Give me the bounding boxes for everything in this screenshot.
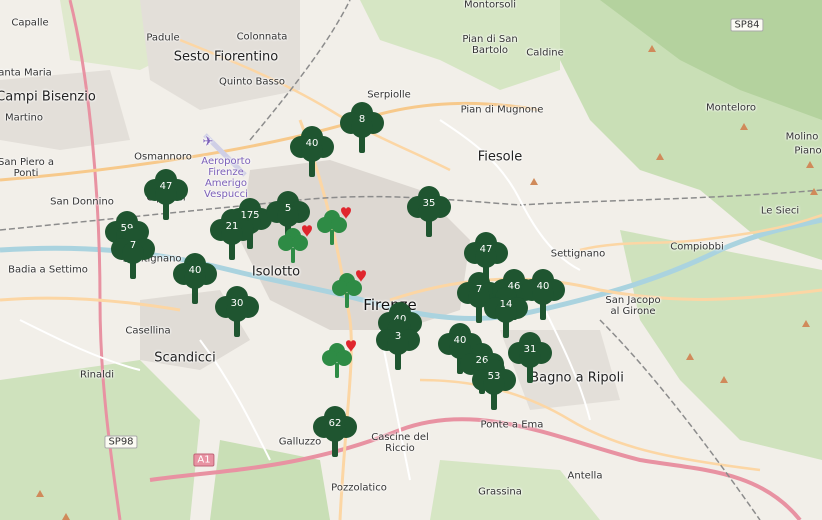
cluster-count: 31 xyxy=(523,344,537,355)
map-view[interactable]: Capalle Colonnata Montorsoli Padule Sesto Fi… xyxy=(0,0,822,520)
cluster-count: 40 xyxy=(188,265,202,276)
tree-cluster-marker[interactable]: 40 xyxy=(289,123,335,179)
cluster-count: 47 xyxy=(159,181,173,192)
tree-cluster-marker[interactable]: 40 xyxy=(172,250,218,306)
tree-cluster-marker[interactable]: 31 xyxy=(507,329,553,385)
tree-cluster-marker[interactable]: 35 xyxy=(406,183,452,239)
road-shield: SP98 xyxy=(104,435,138,449)
cluster-count: 3 xyxy=(394,331,402,342)
cluster-count: 5 xyxy=(284,203,292,214)
cluster-count: 35 xyxy=(422,198,436,209)
cluster-count: 30 xyxy=(230,298,244,309)
tree-heart-icon[interactable] xyxy=(317,206,351,246)
road-shield: SP84 xyxy=(730,18,764,32)
cluster-count: 62 xyxy=(328,418,342,429)
road-shield: A1 xyxy=(193,453,215,467)
tree-heart-icon[interactable] xyxy=(278,224,312,264)
cluster-count: 47 xyxy=(479,244,493,255)
cluster-count: 40 xyxy=(305,138,319,149)
tree-cluster-marker[interactable]: 62 xyxy=(312,403,358,459)
tree-heart-icon[interactable] xyxy=(322,339,356,379)
cluster-count: 8 xyxy=(358,114,366,125)
tree-cluster-marker[interactable]: 7 xyxy=(110,225,156,281)
tree-cluster-marker[interactable]: 3 xyxy=(375,316,421,372)
cluster-count: 14 xyxy=(499,299,513,310)
tree-cluster-marker[interactable]: 8 xyxy=(339,99,385,155)
tree-cluster-marker[interactable]: 30 xyxy=(214,283,260,339)
cluster-count: 21 xyxy=(225,221,239,232)
cluster-count: 7 xyxy=(129,240,137,251)
tree-heart-icon[interactable] xyxy=(332,269,366,309)
